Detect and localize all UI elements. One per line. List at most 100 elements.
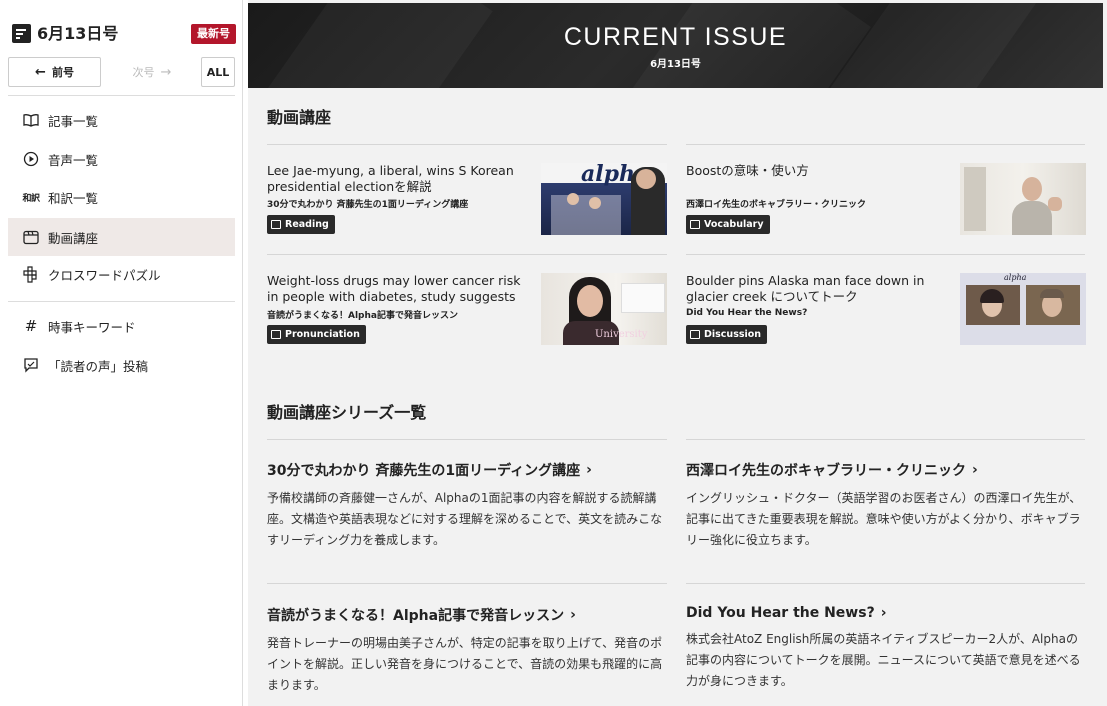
current-issue-banner: CURRENT ISSUE 6月13日号 xyxy=(248,3,1103,88)
video-icon xyxy=(22,228,40,246)
sidebar-item-label: 和訳一覧 xyxy=(48,190,99,206)
video-card-series: 西澤ロイ先生のボキャブラリー・クリニック xyxy=(686,200,867,210)
chevron-right-icon: › xyxy=(972,462,978,478)
sidebar-item-articles[interactable]: 記事一覧 xyxy=(8,101,235,139)
video-icon xyxy=(690,220,700,229)
video-card-series: 30分で丸わかり 斉藤先生の1面リーディング講座 xyxy=(267,200,469,210)
translation-icon: 和訳 xyxy=(22,193,40,204)
video-icon xyxy=(690,330,700,339)
series-item: Did You Hear the News? › 株式会社AtoZ Englis… xyxy=(686,605,1086,692)
sidebar-item-label: クロスワードパズル xyxy=(48,267,161,283)
thumbnail-logo-text: alpha xyxy=(1004,273,1027,282)
section-divider xyxy=(686,439,1085,440)
sidebar-item-label: 音声一覧 xyxy=(48,152,99,168)
newspaper-icon xyxy=(12,24,31,43)
badge-label: Reading xyxy=(285,219,329,230)
chevron-right-icon: › xyxy=(586,462,592,478)
video-card-series: Did You Hear the News? xyxy=(686,308,808,318)
arrow-left-icon: ← xyxy=(35,64,46,80)
issue-header: 6月13日号 最新号 xyxy=(12,22,236,46)
videos-section-title: 動画講座 xyxy=(267,108,332,127)
series-title: 30分で丸わかり 斉藤先生の1面リーディング講座 xyxy=(267,463,581,479)
banner-subtitle: 6月13日号 xyxy=(650,59,701,70)
sidebar-item-label: 記事一覧 xyxy=(48,113,99,129)
book-icon xyxy=(22,111,40,129)
latest-issue-badge: 最新号 xyxy=(191,24,236,44)
crossword-icon xyxy=(22,265,40,283)
video-card-badge: Discussion xyxy=(686,325,768,344)
video-card-title[interactable]: Boulder pins Alaska man face down in gla… xyxy=(686,273,946,305)
series-divider xyxy=(686,583,1085,584)
series-item: 音読がうまくなる！Alpha記事で発音レッスン › 発音トレーナーの明場由美子さ… xyxy=(267,605,667,696)
sidebar-item-label: 時事キーワード xyxy=(48,319,136,335)
play-circle-icon xyxy=(22,150,40,168)
series-link[interactable]: Did You Hear the News? › xyxy=(686,605,1086,621)
sidebar-divider xyxy=(8,301,235,302)
video-card-title[interactable]: Lee Jae-myung, a liberal, wins S Korean … xyxy=(267,163,527,195)
video-card-badge: Reading xyxy=(267,215,335,234)
video-card-badge: Vocabulary xyxy=(686,215,770,234)
video-card-title[interactable]: Boostの意味・使い方 xyxy=(686,163,946,179)
section-divider xyxy=(267,439,667,440)
series-link[interactable]: 30分で丸わかり 斉藤先生の1面リーディング講座 › xyxy=(267,460,667,480)
video-icon xyxy=(271,220,281,229)
chat-icon xyxy=(22,356,40,374)
series-title: Did You Hear the News? xyxy=(686,605,875,621)
previous-issue-button[interactable]: ← 前号 xyxy=(8,57,101,87)
sidebar-item-crossword[interactable]: クロスワードパズル xyxy=(8,255,235,293)
sidebar-item-translations[interactable]: 和訳 和訳一覧 xyxy=(8,178,235,216)
video-card[interactable]: Boostの意味・使い方 西澤ロイ先生のボキャブラリー・クリニック Vocabu… xyxy=(686,163,1086,237)
previous-issue-label: 前号 xyxy=(51,66,74,79)
series-item: 30分で丸わかり 斉藤先生の1面リーディング講座 › 予備校講師の斉藤健一さんが… xyxy=(267,460,667,551)
sidebar-item-label: 動画講座 xyxy=(48,230,99,246)
series-description: 株式会社AtoZ English所属の英語ネイティブスピーカー2人が、Alpha… xyxy=(686,632,1081,688)
series-divider xyxy=(267,583,667,584)
sidebar-item-keywords[interactable]: # 時事キーワード xyxy=(8,307,235,345)
banner-title: CURRENT ISSUE xyxy=(563,23,788,51)
all-issues-button[interactable]: ALL xyxy=(201,57,235,87)
sidebar-item-audio[interactable]: 音声一覧 xyxy=(8,140,235,178)
series-section-title: 動画講座シリーズ一覧 xyxy=(267,403,427,422)
video-card[interactable]: Weight-loss drugs may lower cancer risk … xyxy=(267,273,667,347)
next-issue-button: 次号 → xyxy=(112,57,192,87)
sidebar-divider xyxy=(8,95,235,96)
series-description: 予備校講師の斉藤健一さんが、Alphaの1面記事の内容を解説する読解講座。文構造… xyxy=(267,491,663,547)
series-link[interactable]: 西澤ロイ先生のボキャブラリー・クリニック › xyxy=(686,460,1086,480)
sidebar-item-reader-voice[interactable]: 「読者の声」投稿 xyxy=(8,346,235,384)
series-description: 発音トレーナーの明場由美子さんが、特定の記事を取り上げて、発音のポイントを解説。… xyxy=(267,636,663,692)
chevron-right-icon: › xyxy=(570,607,576,623)
video-card-title[interactable]: Weight-loss drugs may lower cancer risk … xyxy=(267,273,527,305)
next-issue-label: 次号 xyxy=(132,66,155,79)
series-description: イングリッシュ・ドクター（英語学習のお医者さん）の西澤ロイ先生が、記事に出てきた… xyxy=(686,491,1082,547)
video-thumbnail[interactable]: alpha xyxy=(960,273,1086,345)
badge-label: Pronunciation xyxy=(285,329,360,340)
card-divider xyxy=(686,254,1085,255)
issue-title: 6月13日号 xyxy=(37,24,119,43)
hash-icon: # xyxy=(24,317,38,335)
chevron-right-icon: › xyxy=(880,605,887,621)
badge-label: Discussion xyxy=(704,329,762,340)
arrow-right-icon: → xyxy=(160,64,172,80)
thumbnail-caption-text: University xyxy=(595,329,648,340)
sidebar: 6月13日号 最新号 ← 前号 次号 → ALL 記事一覧 音声一覧 和訳 和訳… xyxy=(0,0,243,706)
video-card[interactable]: Boulder pins Alaska man face down in gla… xyxy=(686,273,1086,347)
section-divider xyxy=(267,144,667,145)
video-card[interactable]: Lee Jae-myung, a liberal, wins S Korean … xyxy=(267,163,667,237)
sidebar-item-videos[interactable]: 動画講座 xyxy=(8,218,235,256)
series-title: 西澤ロイ先生のボキャブラリー・クリニック xyxy=(686,463,966,479)
series-item: 西澤ロイ先生のボキャブラリー・クリニック › イングリッシュ・ドクター（英語学習… xyxy=(686,460,1086,551)
card-divider xyxy=(267,254,667,255)
video-icon xyxy=(271,330,281,339)
video-card-badge: Pronunciation xyxy=(267,325,366,344)
video-card-series: 音読がうまくなる！Alpha記事で発音レッスン xyxy=(267,311,458,321)
sidebar-item-label: 「読者の声」投稿 xyxy=(48,358,149,374)
series-title: 音読がうまくなる！Alpha記事で発音レッスン xyxy=(267,608,565,624)
badge-label: Vocabulary xyxy=(704,219,764,230)
main-content: CURRENT ISSUE 6月13日号 動画講座 Lee Jae-myung,… xyxy=(248,0,1107,706)
section-divider xyxy=(686,144,1085,145)
issue-navigation: ← 前号 次号 → ALL xyxy=(8,57,235,87)
video-thumbnail[interactable]: alpha xyxy=(541,163,667,235)
video-thumbnail[interactable] xyxy=(960,163,1086,235)
video-thumbnail[interactable]: University xyxy=(541,273,667,345)
series-link[interactable]: 音読がうまくなる！Alpha記事で発音レッスン › xyxy=(267,605,667,625)
